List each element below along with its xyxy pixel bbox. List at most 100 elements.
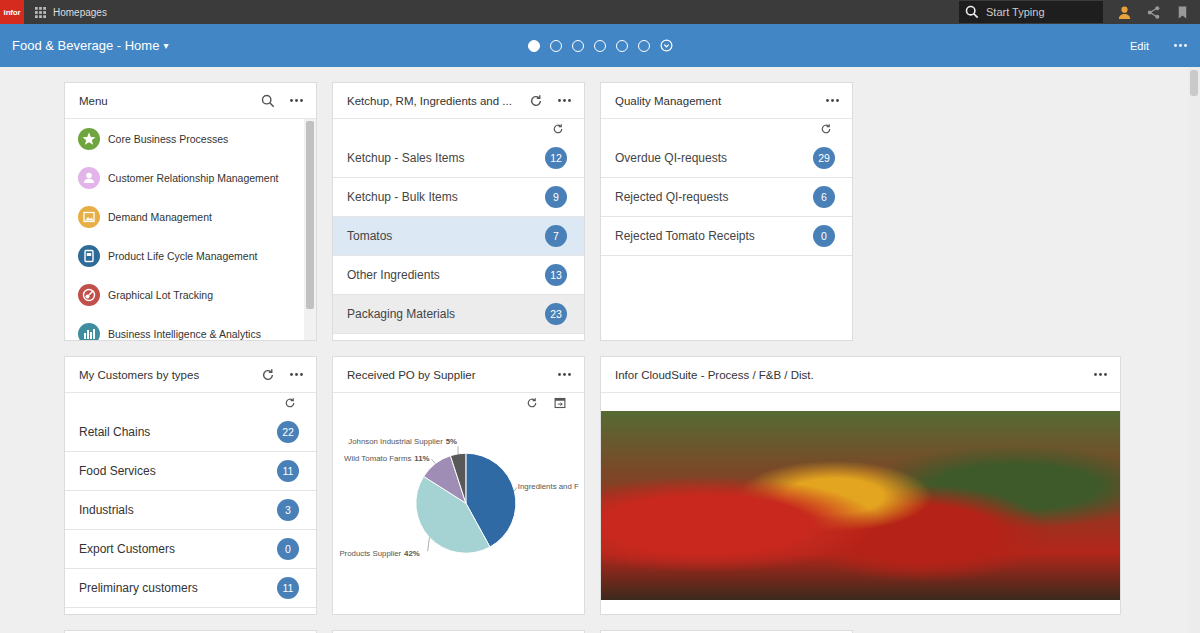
scrollbar-thumb[interactable] [1190,70,1198,96]
menu-item[interactable]: Business Intelligence & Analytics [65,314,304,340]
page-dots [528,39,673,52]
count-badge: 22 [277,421,299,443]
leader-line [428,537,430,551]
title-caret[interactable]: ▾ [163,40,168,51]
count-badge: 11 [277,577,299,599]
menu-item-label: Customer Relationship Management [108,172,278,184]
list-row[interactable]: Packaging Materials 23 [333,295,584,334]
page-dot[interactable] [550,40,562,52]
menu-item-icon [78,323,100,341]
widget-card [600,630,853,633]
refresh-icon[interactable] [284,397,296,409]
list-row[interactable]: Ketchup - Sales Items 12 [333,139,584,178]
list-row[interactable]: Preliminary customers 11 [65,569,316,608]
app-grid-icon[interactable] [35,7,46,18]
menu-item-icon [78,206,100,228]
pie-slice[interactable] [450,453,465,503]
count-badge: 6 [813,186,835,208]
menu-item[interactable]: Customer Relationship Management [65,158,304,197]
customers-card: My Customers by typesRetail Chains22Food… [64,356,317,615]
more-icon[interactable] [289,372,304,377]
po-chart-card: Received PO by Supplier Ingredients and F… [332,356,585,615]
menu-item[interactable]: Graphical Lot Tracking [65,275,304,314]
count-badge: 12 [545,147,567,169]
slice-label: Wild Tomato Farms11% [344,454,429,463]
more-icon[interactable] [557,98,572,103]
card-title: Menu [79,95,247,107]
search-field[interactable]: Start Typing [959,1,1103,23]
count-badge: 0 [813,225,835,247]
page-dot[interactable] [528,40,540,52]
list-row[interactable]: Food Services11 [65,452,316,491]
user-icon[interactable] [1117,5,1132,20]
search-placeholder: Start Typing [986,6,1045,18]
header-more-icon[interactable] [1173,43,1188,48]
homepages-app: infor Homepages Start Typing Food & Beverag… [0,0,1200,633]
page-dot[interactable] [638,40,650,52]
count-badge: 3 [277,499,299,521]
refresh-icon[interactable] [261,368,275,382]
slice-label: Products Supplier42% [339,549,419,558]
more-icon[interactable] [1093,372,1108,377]
refresh-icon[interactable] [552,123,564,135]
menu-item-label: Product Life Cycle Management [108,250,257,262]
menu-item-icon [78,284,100,306]
infor-logo[interactable]: infor [0,0,24,24]
homepage-title-text: Food & Beverage - Home [12,38,159,53]
list-row[interactable]: Rejected Tomato Receipts 0 [601,217,852,256]
menu-item-label: Core Business Processes [108,133,228,145]
more-pages-icon[interactable] [660,39,673,52]
page-scrollbar[interactable] [1188,67,1200,633]
slice-label: Ingredients and F [518,482,579,491]
list-row[interactable]: Overdue QI-requests29 [601,139,852,178]
count-badge: 0 [277,538,299,560]
menu-scrollbar[interactable] [304,119,316,340]
list-row[interactable]: Industrials3 [65,491,316,530]
app-name[interactable]: Homepages [53,7,107,18]
list-row[interactable]: Ketchup - Bulk Items9 [333,178,584,217]
page-dot[interactable] [616,40,628,52]
row-label: Rejected Tomato Receipts [615,229,755,243]
leader-line [458,446,459,453]
refresh-icon[interactable] [820,123,832,135]
row-label: Ketchup - Sales Items [347,151,464,165]
edit-button[interactable]: Edit [1130,40,1149,52]
count-badge: 23 [545,303,567,325]
page-dot[interactable] [572,40,584,52]
bookmark-icon[interactable] [1175,5,1190,20]
quality-card: Quality ManagementOverdue QI-requests29R… [600,82,853,341]
row-label: Packaging Materials [347,307,455,321]
refresh-icon[interactable] [529,94,543,108]
page-dot[interactable] [594,40,606,52]
scrollbar-thumb[interactable] [306,121,314,309]
row-label: Export Customers [79,542,175,556]
menu-item-icon [78,245,100,267]
refresh-icon[interactable] [526,397,538,409]
export-icon[interactable] [554,397,566,409]
menu-item[interactable]: Core Business Processes [65,119,304,158]
vegetables-photo [601,411,1120,600]
magnifier-icon [965,5,979,19]
more-icon[interactable] [825,98,840,103]
row-label: Food Services [79,464,156,478]
row-label: Tomatos [347,229,392,243]
share-icon[interactable] [1146,5,1161,20]
card-title: My Customers by types [79,369,247,381]
list-row[interactable]: Other Ingredients13 [333,256,584,295]
list-row[interactable]: Rejected QI-requests6 [601,178,852,217]
widget-card [64,630,317,633]
list-row[interactable]: Export Customers 0 [65,530,316,569]
search-icon[interactable] [261,94,275,108]
row-label: Preliminary customers [79,581,198,595]
widget-grid: Menu Core Business Processes Customer Rela… [0,67,1188,633]
more-icon[interactable] [289,98,304,103]
card-title: Ketchup, RM, Ingredients and ... [347,95,515,107]
menu-item[interactable]: Demand Management [65,197,304,236]
list-row[interactable]: Retail Chains22 [65,413,316,452]
homepage-title[interactable]: Food & Beverage - Home ▾ [12,38,528,53]
card-title: Received PO by Supplier [347,369,543,381]
more-icon[interactable] [557,372,572,377]
pie-chart: Ingredients and F Products Supplier42% Wil… [333,413,585,614]
list-row[interactable]: Tomatos7 [333,217,584,256]
menu-item[interactable]: Product Life Cycle Management [65,236,304,275]
